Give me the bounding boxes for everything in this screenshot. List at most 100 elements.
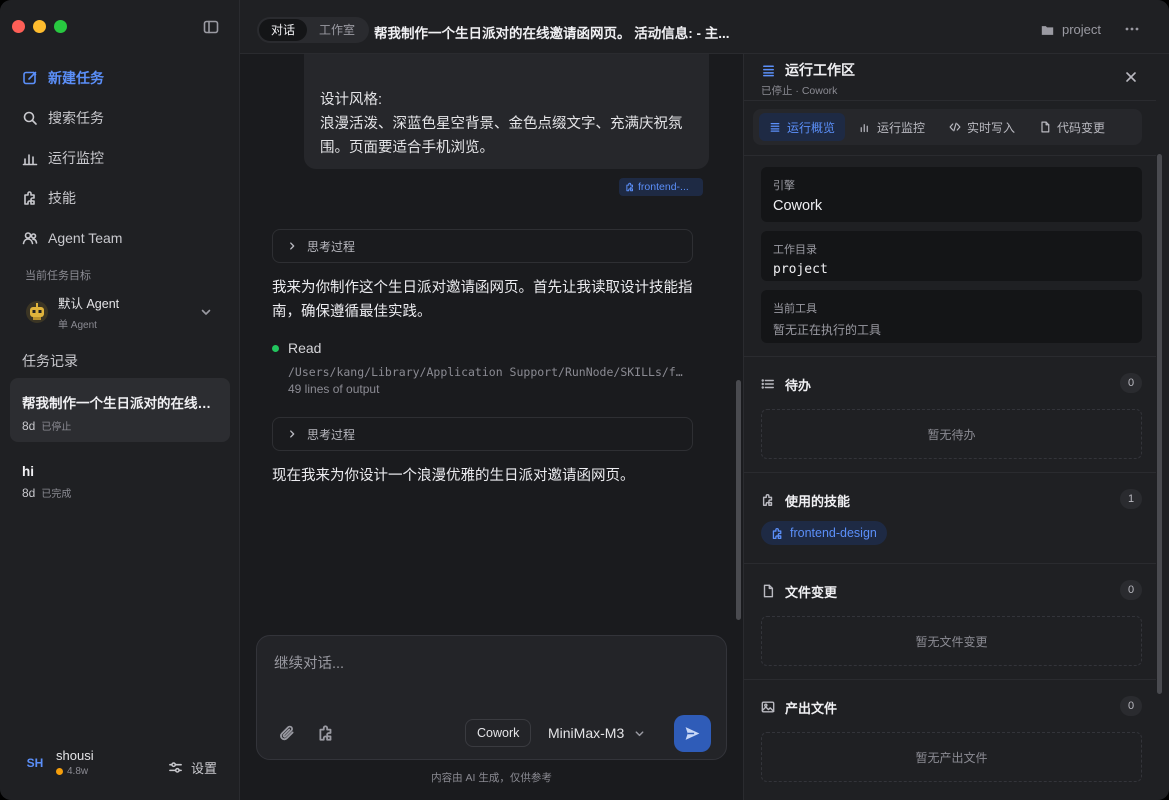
list-icon: [763, 65, 774, 76]
bar-chart-icon: [860, 124, 868, 133]
tab-chat[interactable]: 对话: [259, 19, 308, 41]
workdir-card: 工作目录 project: [761, 231, 1142, 281]
history-item[interactable]: hi 8d 已完成: [10, 450, 230, 514]
skill-tag-label: frontend-...: [638, 181, 689, 193]
paperclip-icon[interactable]: [278, 724, 296, 742]
user-message-body: 浪漫活泼、深蓝色星空背景、金色点缀文字、充满庆祝氛围。页面要适合手机浏览。: [320, 116, 683, 156]
agent-type: 单 Agent: [58, 320, 97, 331]
edit-icon: [23, 71, 37, 85]
tool-output: 49 lines of output: [288, 382, 380, 396]
sidebar-item-monitor[interactable]: 运行监控: [10, 138, 230, 178]
agent-robot-icon: [26, 301, 48, 323]
thinking-toggle[interactable]: 思考过程: [272, 229, 693, 263]
skill-chip[interactable]: frontend-design: [761, 521, 887, 545]
file-changes-count: 0: [1120, 580, 1142, 600]
model-selector[interactable]: MiniMax-M3: [548, 725, 645, 741]
output-files-count: 0: [1120, 696, 1142, 716]
user-points: 4.8w: [67, 766, 89, 777]
thinking-label: 思考过程: [307, 239, 356, 254]
tab-run-overview[interactable]: 运行概览: [759, 113, 846, 141]
composer: 继续对话... Cowork MiniMax-M3: [256, 635, 727, 760]
history-title: 任务记录: [22, 353, 78, 369]
code-icon: [949, 122, 961, 132]
chevron-down-icon[interactable]: [200, 306, 212, 318]
puzzle-icon[interactable]: [317, 724, 335, 742]
history-item[interactable]: 帮我制作一个生日派对的在线邀请函网页。 8d 已停止: [10, 378, 230, 442]
list-icon: [761, 379, 774, 389]
output-files-title: 产出文件: [785, 700, 838, 716]
project-name: project: [1062, 22, 1102, 37]
panel-subtitle: 已停止 · Cowork: [761, 85, 838, 97]
page-title: 帮我制作一个生日派对的在线邀请函网页。 活动信息: - 主...: [374, 26, 730, 41]
tool-name: Read: [288, 340, 322, 356]
history-item-status: 已停止: [41, 422, 72, 433]
assistant-message: 我来为你制作这个生日派对邀请函网页。首先让我读取设计技能指南，确保遵循最佳实践。: [272, 280, 693, 320]
skills-count: 1: [1120, 489, 1142, 509]
settings-button[interactable]: 设置: [168, 758, 217, 777]
sidebar-item-label: 技能: [48, 190, 76, 206]
sidebar-item-label: 搜索任务: [48, 110, 104, 126]
minimize-window-button[interactable]: [33, 20, 46, 33]
puzzle-icon: [772, 527, 782, 539]
mode-selector[interactable]: Cowork: [465, 719, 532, 747]
bar-chart-icon: [22, 154, 38, 166]
top-bar: 对话 工作室 帮我制作一个生日派对的在线邀请函网页。 活动信息: - 主... …: [240, 0, 1169, 54]
tab-run-monitor[interactable]: 运行监控: [849, 113, 935, 141]
file-icon: [1041, 121, 1050, 133]
sidebar-item-label: 运行监控: [48, 150, 104, 166]
output-files-section: 产出文件 0 暂无产出文件: [761, 696, 1142, 782]
tab-live-write[interactable]: 实时写入: [939, 113, 1025, 141]
puzzle-icon: [762, 494, 773, 506]
chevron-down-icon: [635, 730, 644, 736]
close-window-button[interactable]: [12, 20, 25, 33]
tool-call[interactable]: Read /Users/kang/Library/Application Sup…: [272, 340, 697, 396]
file-changes-section: 文件变更 0 暂无文件变更: [761, 580, 1142, 666]
tab-code-changes[interactable]: 代码变更: [1029, 113, 1115, 141]
file-changes-title: 文件变更: [785, 584, 838, 600]
agent-name: 默认 Agent: [58, 297, 120, 311]
history-item-title: hi: [22, 464, 34, 479]
sidebar-item-label: 新建任务: [48, 70, 104, 86]
sidebar-item-new-task[interactable]: 新建任务: [10, 58, 230, 98]
sidebar-item-agent-team[interactable]: Agent Team: [10, 218, 230, 258]
panel-scrollbar[interactable]: [1157, 154, 1162, 694]
chevron-right-icon: [290, 242, 295, 250]
app-window: 新建任务 搜索任务 运行监控 技能 Agent Team 当前任务目标 默认 A…: [0, 0, 1169, 800]
window-controls: [12, 20, 67, 33]
folder-icon: [1041, 25, 1054, 35]
assistant-message: 现在我来为你设计一个浪漫优雅的生日派对邀请函网页。: [272, 468, 635, 484]
todo-count: 0: [1120, 373, 1142, 393]
run-workspace-panel: 运行工作区 已停止 · Cowork 运行概览 运行监控 实时写入 代码变更 引…: [743, 54, 1169, 800]
engine-label: 引擎: [773, 180, 795, 192]
user-profile[interactable]: SH shousi 4.8w: [22, 748, 94, 777]
tab-studio[interactable]: 工作室: [307, 19, 367, 41]
chat-scrollbar[interactable]: [736, 380, 741, 620]
tool-path: /Users/kang/Library/Application Support/…: [288, 365, 688, 379]
team-icon: [22, 232, 38, 245]
model-name: MiniMax-M3: [548, 725, 625, 741]
sidebar-item-search-task[interactable]: 搜索任务: [10, 98, 230, 138]
close-icon[interactable]: [1125, 71, 1137, 83]
sidebar-nav: 新建任务 搜索任务 运行监控 技能 Agent Team: [10, 58, 230, 258]
agent-selector[interactable]: 默认 Agent 单 Agent: [22, 292, 218, 332]
skill-chip-label: frontend-design: [790, 526, 877, 540]
project-button[interactable]: project: [1040, 22, 1101, 37]
user-message-heading: 设计风格:: [320, 92, 383, 108]
workdir-label: 工作目录: [773, 244, 817, 256]
skill-tag[interactable]: frontend-...: [619, 178, 703, 196]
user-message-bubble: 设计风格: 浪漫活泼、深蓝色星空背景、金色点缀文字、充满庆祝氛围。页面要适合手机…: [304, 54, 709, 169]
user-name: shousi: [56, 748, 94, 763]
sidebar-item-skills[interactable]: 技能: [10, 178, 230, 218]
skills-section: 使用的技能 1 frontend-design: [761, 489, 1142, 545]
thinking-toggle[interactable]: 思考过程: [272, 417, 693, 451]
sidebar-toggle-icon[interactable]: [203, 19, 219, 35]
send-button[interactable]: [674, 715, 711, 752]
sidebar-item-label: Agent Team: [48, 230, 123, 246]
search-icon: [23, 111, 37, 125]
more-options-icon[interactable]: [1124, 21, 1140, 37]
tab-label: 代码变更: [1057, 120, 1106, 135]
message-input[interactable]: 继续对话...: [274, 652, 344, 673]
puzzle-icon: [626, 182, 633, 192]
output-files-empty: 暂无产出文件: [761, 732, 1142, 782]
maximize-window-button[interactable]: [54, 20, 67, 33]
